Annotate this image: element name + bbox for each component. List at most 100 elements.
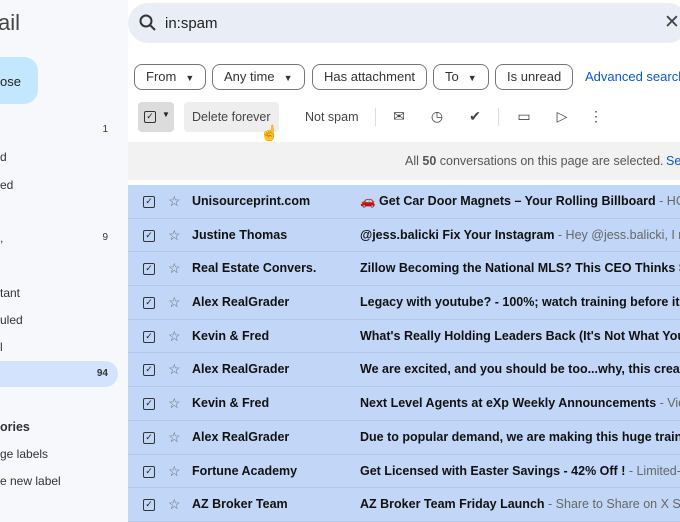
email-preview: - HOM bbox=[659, 194, 680, 208]
filter-label: To bbox=[445, 69, 459, 84]
email-subject-line: Zillow Becoming the National MLS? This C… bbox=[360, 252, 680, 285]
sidebar-item-count: 9 bbox=[102, 232, 108, 243]
email-row[interactable]: ✓ ☆ AZ Broker Team AZ Broker Team Friday La… bbox=[128, 488, 680, 522]
snooze-clock-icon[interactable]: ◷ bbox=[428, 108, 446, 126]
sidebar-item[interactable]: d bbox=[0, 144, 118, 170]
caret-down-icon: ▼ bbox=[162, 110, 170, 119]
selection-banner: All 50 conversations on this page are se… bbox=[128, 142, 680, 180]
email-row[interactable]: ✓ ☆ Alex RealGrader We are excited, and you… bbox=[128, 353, 680, 388]
email-subject: @jess.balicki Fix Your Instagram bbox=[360, 227, 555, 242]
star-icon[interactable]: ☆ bbox=[168, 488, 181, 521]
email-subject: Get Licensed with Easter Savings - 42% O… bbox=[360, 463, 626, 478]
sidebar-item[interactable]: l bbox=[0, 334, 118, 360]
sidebar-item-label: ed bbox=[0, 178, 14, 192]
email-subject-line: What's Really Holding Leaders Back (It's… bbox=[360, 320, 680, 353]
row-checkbox[interactable]: ✓ bbox=[143, 263, 155, 276]
email-preview: - View bbox=[659, 396, 680, 411]
filter-is-unread[interactable]: Is unread bbox=[495, 64, 574, 90]
search-icon[interactable] bbox=[138, 13, 158, 33]
star-icon[interactable]: ☆ bbox=[168, 219, 181, 252]
email-sender: Real Estate Convers. bbox=[192, 261, 317, 276]
add-to-tasks-icon[interactable]: ✔ bbox=[466, 108, 484, 126]
star-icon[interactable]: ☆ bbox=[168, 455, 181, 488]
select-all-conversations-link[interactable]: Se bbox=[666, 142, 680, 180]
email-subject-line: We are excited, and you should be too...… bbox=[360, 353, 680, 386]
email-row[interactable]: ✓ ☆ Kevin & Fred Next Level Agents at eXp W… bbox=[128, 387, 680, 421]
email-subject: Due to popular demand, we are making thi… bbox=[360, 429, 680, 444]
create-label-link[interactable]: e new label bbox=[0, 468, 118, 494]
email-subject: Next Level Agents at eXp Weekly Announce… bbox=[360, 396, 657, 411]
clear-search-icon[interactable]: ✕ bbox=[664, 11, 680, 34]
star-icon[interactable]: ☆ bbox=[168, 252, 181, 285]
star-icon[interactable]: ☆ bbox=[168, 387, 181, 420]
categories-heading[interactable]: ories bbox=[0, 414, 118, 440]
row-checkbox[interactable]: ✓ bbox=[143, 330, 155, 343]
email-preview: - Share to Share on X Shar bbox=[548, 497, 680, 512]
star-icon[interactable]: ☆ bbox=[168, 353, 181, 386]
star-icon[interactable]: ☆ bbox=[168, 421, 181, 454]
label-icon[interactable]: ▷ bbox=[553, 108, 571, 126]
star-icon[interactable]: ☆ bbox=[168, 320, 181, 353]
divider bbox=[498, 108, 499, 126]
email-row[interactable]: ✓ ☆ Unisourceprint.com 🚗 Get Car Door Magne… bbox=[128, 185, 680, 219]
mark-as-read-icon[interactable]: ✉ bbox=[390, 108, 408, 126]
star-icon[interactable]: ☆ bbox=[168, 286, 181, 319]
email-row[interactable]: ✓ ☆ Alex RealGrader Legacy with youtube? - … bbox=[128, 286, 680, 320]
more-options-icon[interactable]: ⋮ bbox=[587, 108, 605, 126]
caret-down-icon: ▼ bbox=[467, 73, 477, 83]
sidebar-item-count: 94 bbox=[96, 368, 108, 379]
compose-button[interactable]: ose bbox=[0, 57, 38, 104]
email-row[interactable]: ✓ ☆ Real Estate Convers. Zillow Becoming th… bbox=[128, 252, 680, 287]
email-subject: We are excited, and you should be too...… bbox=[360, 362, 680, 377]
row-checkbox[interactable]: ✓ bbox=[143, 364, 155, 377]
email-sender: Alex RealGrader bbox=[192, 362, 290, 377]
search-input[interactable]: in:spam bbox=[165, 15, 218, 32]
not-spam-button[interactable]: Not spam bbox=[297, 102, 367, 132]
row-checkbox[interactable]: ✓ bbox=[143, 297, 155, 310]
filter-any-time[interactable]: Any time ▼ bbox=[212, 64, 305, 90]
email-row[interactable]: ✓ ☆ Justine Thomas @jess.balicki Fix Your I… bbox=[128, 218, 680, 253]
email-sender: AZ Broker Team bbox=[192, 497, 288, 512]
row-checkbox[interactable]: ✓ bbox=[143, 398, 155, 411]
row-checkbox[interactable]: ✓ bbox=[143, 499, 155, 512]
row-checkbox[interactable]: ✓ bbox=[143, 431, 155, 444]
caret-down-icon: ▼ bbox=[185, 73, 195, 83]
select-all-dropdown[interactable]: ✓ ▼ bbox=[138, 102, 174, 132]
email-row[interactable]: ✓ ☆ Kevin & Fred What's Really Holding Lead… bbox=[128, 319, 680, 354]
sidebar-item-label: uled bbox=[0, 313, 23, 327]
email-row[interactable]: ✓ ☆ Alex RealGrader Due to popular demand, … bbox=[128, 420, 680, 455]
row-checkbox[interactable]: ✓ bbox=[143, 196, 155, 208]
filter-has-attachment[interactable]: Has attachment bbox=[312, 64, 428, 90]
advanced-search-link[interactable]: Advanced search bbox=[585, 69, 680, 84]
sidebar-item[interactable]: uled bbox=[0, 307, 118, 333]
selection-text: All 50 conversations on this page are se… bbox=[405, 154, 664, 168]
row-checkbox[interactable]: ✓ bbox=[143, 465, 155, 478]
sidebar-item-label: l bbox=[0, 340, 3, 354]
sidebar-item-label: d bbox=[0, 150, 7, 164]
move-to-icon[interactable]: ▭ bbox=[515, 108, 533, 126]
sidebar-item[interactable]: 94 bbox=[0, 361, 118, 387]
select-all-checkbox-icon[interactable]: ✓ bbox=[144, 111, 156, 123]
email-row[interactable]: ✓ ☆ Fortune Academy Get Licensed with Easte… bbox=[128, 454, 680, 489]
sidebar-item[interactable]: ed bbox=[0, 172, 118, 198]
sidebar-item-label: , bbox=[0, 231, 4, 245]
email-subject-line: Next Level Agents at eXp Weekly Announce… bbox=[360, 387, 680, 420]
email-subject: 🚗 Get Car Door Magnets – Your Rolling Bi… bbox=[360, 194, 656, 208]
email-sender: Justine Thomas bbox=[192, 227, 288, 242]
filter-to[interactable]: To ▼ bbox=[433, 64, 489, 90]
filter-from[interactable]: From ▼ bbox=[134, 64, 207, 90]
star-icon[interactable]: ☆ bbox=[168, 185, 181, 218]
sidebar-item[interactable]: 1 bbox=[0, 117, 118, 143]
email-preview: - Hey @jess.balicki, I rec bbox=[557, 227, 680, 242]
row-checkbox[interactable]: ✓ bbox=[143, 229, 155, 242]
sidebar-item[interactable]: ,9 bbox=[0, 225, 118, 251]
filter-label: From bbox=[146, 69, 177, 84]
filter-label: Any time bbox=[224, 69, 275, 84]
search-bar[interactable]: in:spam ✕ bbox=[128, 3, 680, 43]
sidebar-item[interactable]: tant bbox=[0, 280, 118, 306]
email-list: ✓ ☆ Unisourceprint.com 🚗 Get Car Door Magne… bbox=[128, 185, 680, 522]
manage-labels-link[interactable]: ge labels bbox=[0, 441, 118, 467]
email-subject-line: Get Licensed with Easter Savings - 42% O… bbox=[360, 455, 680, 488]
email-subject-line: @jess.balicki Fix Your Instagram - Hey @… bbox=[360, 219, 680, 252]
sidebar-item-label: tant bbox=[0, 286, 21, 300]
